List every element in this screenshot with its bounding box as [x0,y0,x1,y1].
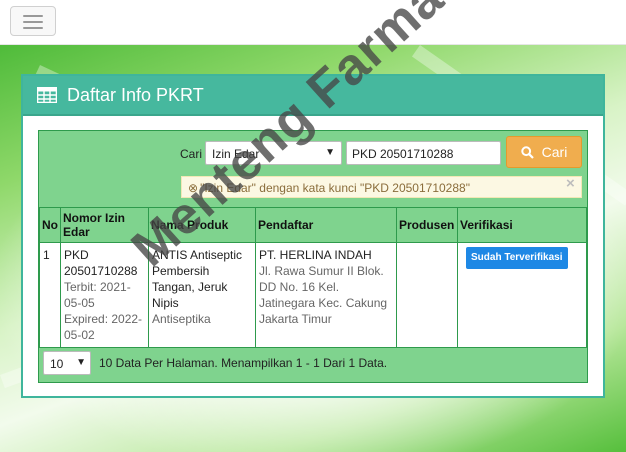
hamburger-icon-line [23,27,43,29]
search-button[interactable]: Cari [506,136,582,168]
cell-nomor: PKD 20501710288 Terbit: 2021-05-05 Expir… [60,242,149,348]
table-row: 1 PKD 20501710288 Terbit: 2021-05-05 Exp… [39,242,587,348]
filter-select[interactable]: Izin Edar ▼ [205,141,342,165]
cell-nama-produk: ANTIS Antiseptic Pembersih Tangan, Jeruk… [148,242,256,348]
menu-toggle-button[interactable] [10,6,56,36]
table-header-row: No Nomor Izin Edar Nama Produk Pendaftar… [39,207,587,243]
cell-no: 1 [39,242,61,348]
alert-text: "Izin Edar" dengan kata kunci "PKD 20501… [200,181,470,195]
panel-title: Daftar Info PKRT [67,84,204,105]
pagination-bar: 10 ▼ 10 Data Per Halaman. Menampilkan 1 … [39,347,587,377]
column-header-produsen: Produsen [396,207,458,243]
panel-header: Daftar Info PKRT [23,76,603,116]
panel-body: Cari Izin Edar ▼ PKD 20501710288 Cari ⊗ "… [38,130,588,383]
search-label: Cari [180,147,203,161]
chevron-down-icon: ▼ [325,147,335,158]
product-category: Antiseptika [152,312,211,326]
column-header-nama: Nama Produk [148,207,256,243]
close-icon[interactable]: × [566,175,575,192]
verified-badge: Sudah Terverifikasi [466,247,568,269]
column-header-pendaftar: Pendaftar [255,207,397,243]
product-name: ANTIS Antiseptic Pembersih Tangan, Jeruk… [152,248,243,310]
column-header-verifikasi: Verifikasi [457,207,587,243]
top-navbar [0,0,626,45]
expired-date: Expired: 2022-05-02 [64,312,143,342]
per-page-value: 10 [50,357,64,371]
column-header-no: No [39,207,61,243]
search-button-label: Cari [541,144,568,160]
pkrt-table: No Nomor Izin Edar Nama Produk Pendaftar… [39,207,587,348]
search-bar: Cari Izin Edar ▼ PKD 20501710288 Cari [39,136,587,168]
column-header-nomor: Nomor Izin Edar [60,207,149,243]
terbit-date: Terbit: 2021-05-05 [64,280,131,310]
hamburger-icon [23,15,43,17]
search-result-alert: ⊗ "Izin Edar" dengan kata kunci "PKD 2050… [181,176,582,198]
clear-filter-icon[interactable]: ⊗ [188,181,198,195]
hamburger-icon-line [23,21,43,23]
registrant-name: PT. HERLINA INDAH [259,248,372,262]
nomor-izin-edar: PKD 20501710288 [64,248,138,278]
table-icon [37,87,57,103]
registrant-address: Jl. Rawa Sumur II Blok. DD No. 16 Kel. J… [259,264,388,326]
search-icon [520,145,534,159]
filter-select-value: Izin Edar [212,147,260,161]
cell-verifikasi: Sudah Terverifikasi [457,242,587,348]
chevron-down-icon: ▼ [76,357,86,368]
cell-produsen [396,242,458,348]
pkrt-panel: Daftar Info PKRT Cari Izin Edar ▼ PKD 20… [21,74,605,398]
pagination-summary: 10 Data Per Halaman. Menampilkan 1 - 1 D… [99,356,388,370]
cell-pendaftar: PT. HERLINA INDAH Jl. Rawa Sumur II Blok… [255,242,397,348]
search-input[interactable]: PKD 20501710288 [346,141,501,165]
per-page-select[interactable]: 10 ▼ [43,351,91,375]
